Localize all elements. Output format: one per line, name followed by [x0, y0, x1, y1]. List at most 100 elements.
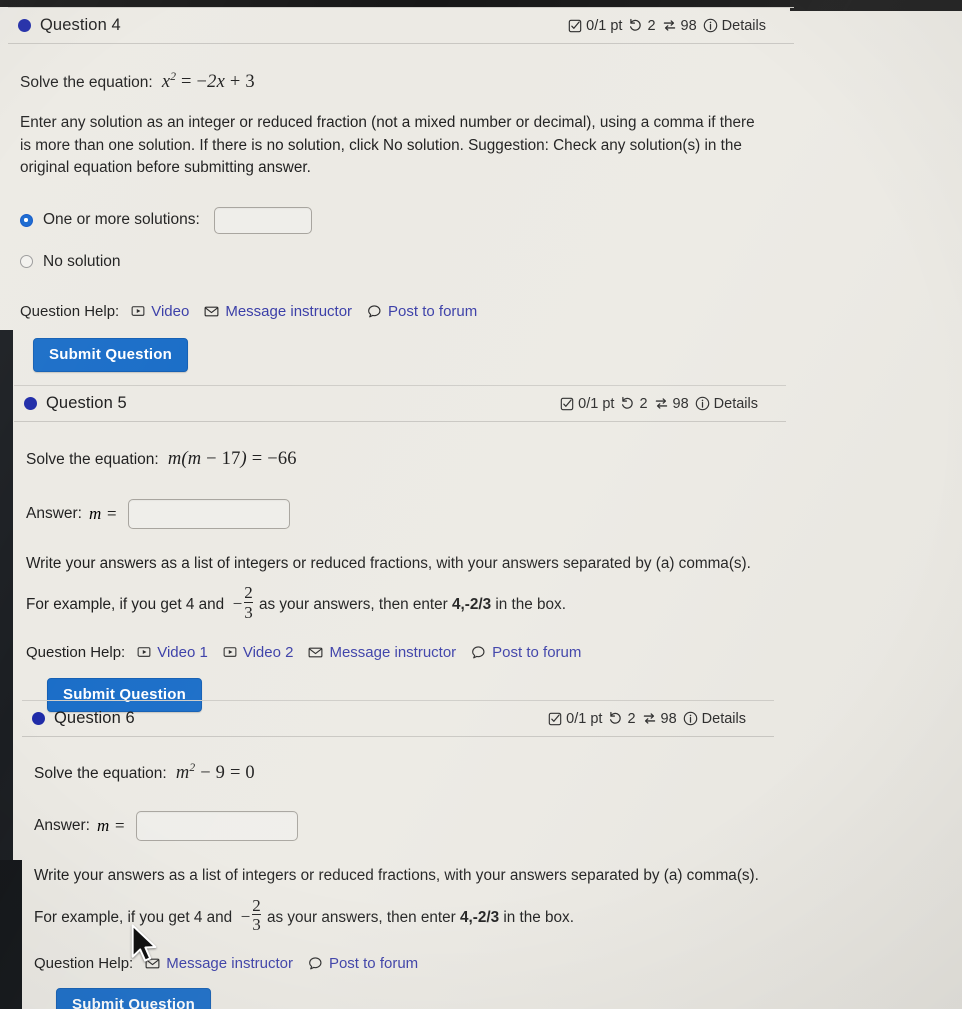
question-header: Question 6 0/1 pt 2 98 Details	[22, 700, 774, 737]
answer-variable: m =	[89, 504, 118, 524]
radio-one-or-more-solutions[interactable]	[20, 213, 33, 227]
speech-bubble-icon	[471, 645, 486, 660]
checkbox-check-icon	[548, 712, 562, 726]
submit-question-button[interactable]: Submit Question	[33, 337, 188, 372]
help-link-message-instructor[interactable]: Message instructor	[308, 644, 456, 661]
prompt-row: Solve the equation: x2 = −2x + 3	[20, 69, 794, 95]
choice-row-one-or-more[interactable]: One or more solutions:	[20, 206, 794, 234]
question-meta: 0/1 pt 2 98 Details	[568, 18, 792, 34]
answer-note-line-1: Write your answers as a list of integers…	[26, 555, 751, 573]
answer-note-line-1: Write your answers as a list of integers…	[34, 867, 759, 885]
views-item: 98	[662, 18, 697, 34]
question-block-4: Question 4 0/1 pt 2 98 Details Solve the…	[8, 7, 794, 372]
fraction-two-thirds: 23	[244, 584, 253, 621]
choice-row-no-solution[interactable]: No solution	[20, 253, 794, 271]
details-item[interactable]: Details	[703, 18, 766, 34]
video-play-icon	[223, 645, 237, 659]
help-link-post-to-forum[interactable]: Post to forum	[308, 955, 418, 972]
help-link-video-2[interactable]: Video 2	[223, 644, 293, 661]
attempts-item: 2	[628, 18, 656, 34]
answer-row: Answer: m =	[26, 499, 786, 530]
rotate-left-icon	[620, 396, 635, 411]
note-part-a: For example, if you get 4 and	[34, 908, 233, 926]
views-count: 98	[660, 710, 677, 727]
help-link-post-to-forum[interactable]: Post to forum	[471, 644, 581, 661]
prompt-label: Solve the equation:	[20, 74, 153, 92]
help-link-message-instructor[interactable]: Message instructor	[204, 303, 352, 320]
prompt-row: Solve the equation: m(m − 17) = −66	[26, 446, 786, 472]
question-block-5: Question 5 0/1 pt 2 98 Details Solve the…	[14, 385, 786, 712]
question-meta: 0/1 pt 2 98 Details	[548, 711, 772, 727]
question-status-dot-icon	[32, 712, 45, 725]
help-link-video[interactable]: Video	[131, 303, 189, 320]
note-part-b: as your answers, then enter	[266, 908, 456, 926]
views-count: 98	[680, 17, 697, 34]
answer-note-line-2: For example, if you get 4 and −2 3 as you…	[34, 896, 774, 935]
photo-left-bezel-lower	[0, 860, 22, 1009]
help-link-label: Post to forum	[328, 954, 419, 972]
help-link-label: Video	[151, 302, 190, 320]
video-play-icon	[131, 304, 145, 318]
views-item: 98	[642, 711, 677, 727]
question-status-dot-icon	[24, 397, 37, 410]
checkbox-check-icon	[560, 397, 574, 411]
radio-no-solution[interactable]	[20, 255, 33, 269]
question-help-label: Question Help:	[20, 302, 120, 320]
answer-input[interactable]	[135, 811, 298, 842]
info-circle-icon	[695, 396, 710, 411]
radio-label-no-solution: No solution	[43, 252, 121, 270]
question-help-label: Question Help:	[34, 954, 134, 972]
score-item: 0/1 pt	[560, 396, 614, 412]
equation-q5: m(m − 17) = −66	[163, 449, 297, 469]
help-link-label: Video 1	[157, 643, 208, 661]
details-label: Details	[701, 710, 746, 727]
solutions-input[interactable]	[213, 206, 312, 234]
question-title: Question 4	[40, 16, 121, 34]
help-link-message-instructor[interactable]: Message instructor	[145, 955, 293, 972]
note-minus-sign: −	[236, 906, 251, 926]
details-label: Details	[721, 17, 766, 34]
question-header: Question 5 0/1 pt 2 98 Details	[14, 385, 786, 422]
question-header: Question 4 0/1 pt 2 98 Details	[8, 7, 794, 44]
photo-top-right-edge	[790, 0, 962, 11]
answer-label: Answer:	[26, 505, 82, 523]
help-link-label: Message instructor	[166, 954, 293, 972]
help-link-video-1[interactable]: Video 1	[137, 644, 208, 661]
submit-question-button[interactable]: Submit Question	[56, 987, 211, 1009]
note-part-a: For example, if you get 4 and	[26, 596, 225, 614]
note-minus-sign: −	[228, 594, 243, 614]
details-label: Details	[713, 395, 758, 412]
attempts-item: 2	[620, 396, 648, 412]
note-part-c: in the box.	[503, 908, 574, 926]
details-item[interactable]: Details	[683, 711, 746, 727]
equation-q6: m2 − 9 = 0	[171, 762, 255, 784]
help-link-post-to-forum[interactable]: Post to forum	[367, 303, 477, 320]
question-help-row: Question Help: Message instructor Post t…	[34, 955, 774, 972]
fraction-denominator: 3	[252, 914, 261, 935]
fraction-denominator: 3	[244, 602, 253, 623]
score-item: 0/1 pt	[548, 711, 602, 727]
help-link-label: Message instructor	[329, 643, 457, 661]
answer-row: Answer: m =	[34, 811, 774, 842]
answer-input[interactable]	[127, 499, 290, 530]
instructions-text: Enter any solution as an integer or redu…	[20, 114, 755, 176]
speech-bubble-icon	[308, 956, 323, 971]
question-body: Solve the equation: m(m − 17) = −66 Answ…	[14, 446, 786, 712]
fraction-two-thirds: 23	[252, 896, 261, 935]
rotate-left-icon	[628, 18, 643, 33]
question-help-row: Question Help: Video Message instructor	[20, 303, 794, 320]
help-link-label: Post to forum	[492, 643, 582, 661]
envelope-icon	[204, 304, 219, 319]
answer-variable: m =	[97, 816, 126, 836]
radio-label-one-or-more: One or more solutions:	[43, 211, 200, 229]
question-title: Question 6	[54, 709, 135, 727]
envelope-icon	[145, 956, 160, 971]
details-item[interactable]: Details	[695, 396, 758, 412]
prompt-row: Solve the equation: m2 − 9 = 0	[34, 760, 774, 786]
views-item: 98	[654, 396, 689, 412]
info-circle-icon	[703, 18, 718, 33]
score-text: 0/1 pt	[578, 395, 615, 412]
note-example-answer: 4,-2/3	[459, 908, 500, 926]
speech-bubble-icon	[367, 304, 382, 319]
checkbox-check-icon	[568, 19, 582, 33]
